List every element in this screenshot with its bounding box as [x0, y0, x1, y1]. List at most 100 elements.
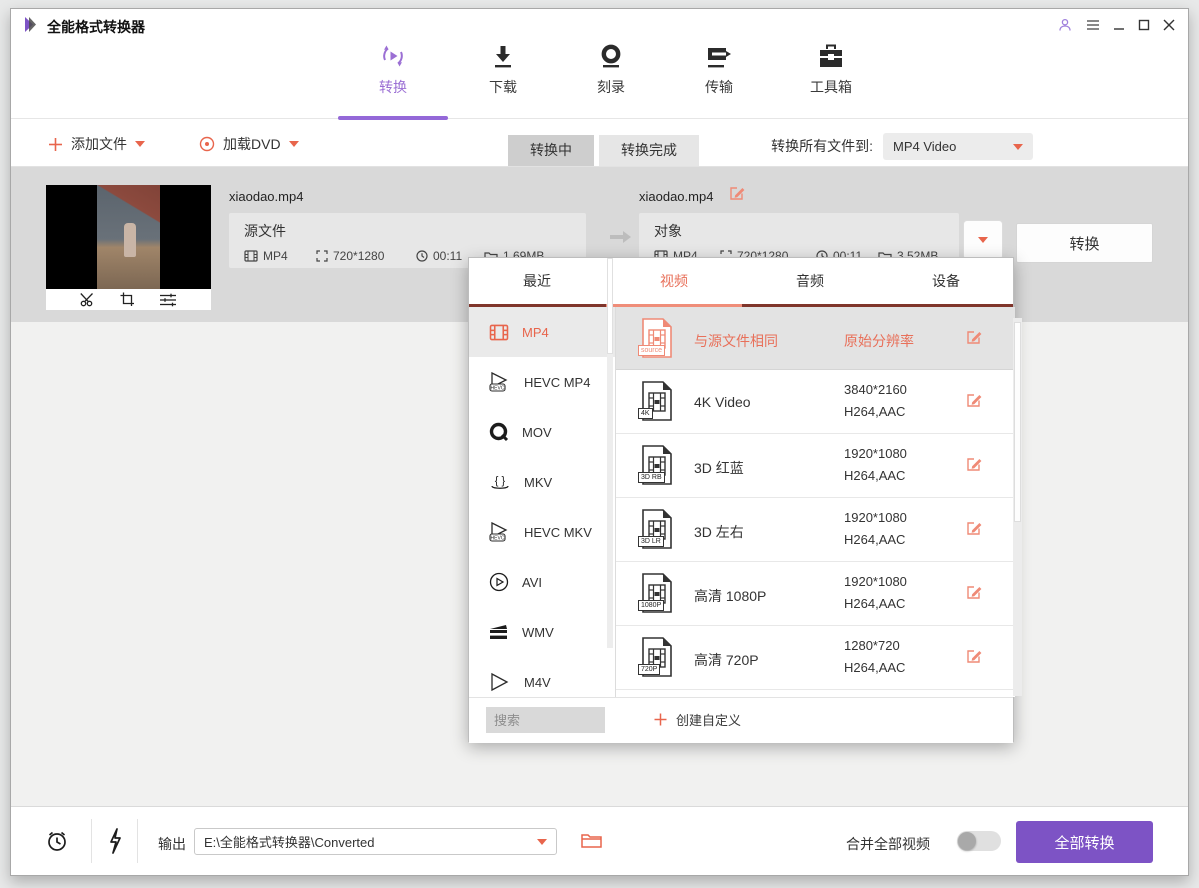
- sidebar-scrollbar[interactable]: [607, 258, 613, 648]
- edit-preset-icon[interactable]: [966, 648, 983, 664]
- app-logo-icon: [24, 16, 41, 33]
- play-triangle-icon: [489, 672, 511, 692]
- preset-codec: H264,AAC: [844, 660, 905, 675]
- tab-toolbox[interactable]: 工具箱: [786, 41, 876, 97]
- target-format-dropdown-button[interactable]: [963, 220, 1003, 260]
- sidebar-scrollbar-thumb[interactable]: [607, 258, 613, 354]
- preset-name: 4K Video: [694, 394, 751, 410]
- merge-toggle[interactable]: [957, 831, 1001, 851]
- preset-resolution: 3840*2160: [844, 382, 907, 397]
- output-format-select[interactable]: MP4 Video: [883, 133, 1033, 160]
- edit-preset-icon[interactable]: [966, 392, 983, 408]
- rename-icon[interactable]: [729, 185, 746, 201]
- chevron-down-icon: [1013, 144, 1023, 150]
- clapperboard-icon: [489, 623, 509, 641]
- divider: [137, 819, 138, 863]
- sidebar-item-label: HEVC MP4: [524, 375, 590, 390]
- play-circle-icon: [489, 572, 509, 592]
- preset-name: 3D 红蓝: [694, 458, 744, 478]
- sidebar-item-mkv[interactable]: { } MKV: [469, 457, 615, 507]
- close-button[interactable]: [1158, 15, 1180, 35]
- preset-list-scrollbar[interactable]: [1013, 318, 1022, 696]
- matroska-icon: { }: [489, 472, 511, 492]
- load-dvd-label: 加载DVD: [223, 134, 281, 154]
- convert-button[interactable]: 转换: [1016, 223, 1153, 263]
- tab-convert[interactable]: 转换: [348, 41, 438, 97]
- preset-3d-redblue[interactable]: 3D RB 3D 红蓝 1920*1080 H264,AAC: [616, 434, 1015, 498]
- tab-download[interactable]: 下载: [458, 41, 548, 97]
- high-speed-icon[interactable]: [107, 828, 123, 854]
- video-thumbnail[interactable]: [46, 185, 211, 310]
- edit-preset-icon[interactable]: [966, 520, 983, 536]
- minimize-button[interactable]: [1108, 15, 1130, 35]
- popup-tab-recent[interactable]: 最近: [469, 258, 605, 304]
- preset-badge: 3D LR: [638, 536, 664, 547]
- tab-convert-label: 转换: [348, 77, 438, 97]
- preset-hd-720p[interactable]: 720P 高清 720P 1280*720 H264,AAC: [616, 626, 1015, 690]
- schedule-icon[interactable]: [45, 829, 69, 853]
- svg-text:HEVC: HEVC: [491, 386, 505, 392]
- sidebar-item-hevc-mkv[interactable]: HEVC HEVC MKV: [469, 507, 615, 557]
- header: 全能格式转换器 转换 下载: [11, 9, 1188, 121]
- menu-icon[interactable]: [1082, 15, 1104, 35]
- load-dvd-button[interactable]: 加载DVD: [199, 121, 299, 167]
- output-path-value: E:\全能格式转换器\Converted: [204, 832, 375, 851]
- preset-list-scrollbar-thumb[interactable]: [1014, 322, 1021, 522]
- edit-preset-icon[interactable]: [966, 329, 983, 345]
- sidebar-item-wmv[interactable]: WMV: [469, 607, 615, 657]
- preset-resolution: 1920*1080: [844, 574, 907, 589]
- preset-3d-leftright[interactable]: 3D LR 3D 左右 1920*1080 H264,AAC: [616, 498, 1015, 562]
- preset-badge: 720P: [638, 664, 660, 675]
- thumbnail-toolbar: [46, 289, 211, 310]
- preset-badge: 3D RB: [638, 472, 665, 483]
- convert-all-button[interactable]: 全部转换: [1016, 821, 1153, 863]
- output-path-select[interactable]: E:\全能格式转换器\Converted: [194, 828, 557, 855]
- maximize-button[interactable]: [1133, 15, 1155, 35]
- preset-badge: 1080P: [638, 600, 664, 611]
- transfer-icon: [674, 41, 764, 71]
- preset-hd-1080p[interactable]: 1080P 高清 1080P 1920*1080 H264,AAC: [616, 562, 1015, 626]
- sidebar-item-avi[interactable]: AVI: [469, 557, 615, 607]
- plus-icon: [654, 713, 667, 726]
- app-window: 全能格式转换器 转换 下载: [10, 8, 1189, 876]
- trim-icon[interactable]: [80, 292, 96, 307]
- output-label: 输出: [158, 834, 186, 854]
- hevc-play-icon: HEVC: [489, 372, 511, 392]
- sidebar-item-mov[interactable]: MOV: [469, 407, 615, 457]
- merge-all-videos-label: 合并全部视频: [846, 834, 930, 854]
- format-picker-popup: 最近 视频 音频 设备 MP4 HEVC HEVC MP4 MOV { } MK…: [468, 257, 1014, 742]
- popup-tab-audio[interactable]: 音频: [742, 258, 878, 304]
- source-file-name: xiaodao.mp4: [229, 189, 303, 204]
- preset-4k-video[interactable]: 4K 4K Video 3840*2160 H264,AAC: [616, 370, 1015, 434]
- edit-preset-icon[interactable]: [966, 584, 983, 600]
- chevron-down-icon: [135, 141, 145, 147]
- popup-footer: 创建自定义: [469, 697, 1013, 743]
- sidebar-item-m4v[interactable]: M4V: [469, 657, 615, 697]
- tab-convert-finished[interactable]: 转换完成: [599, 135, 699, 166]
- add-files-button[interactable]: 添加文件: [48, 121, 145, 167]
- popup-tab-video[interactable]: 视频: [606, 258, 742, 304]
- open-folder-icon[interactable]: [581, 831, 603, 849]
- sidebar-item-label: AVI: [522, 575, 542, 590]
- crop-icon[interactable]: [120, 292, 135, 307]
- sidebar-item-hevc-mp4[interactable]: HEVC HEVC MP4: [469, 357, 615, 407]
- plus-icon: [48, 137, 63, 152]
- output-format-value: MP4 Video: [893, 139, 956, 154]
- source-panel-title: 源文件: [244, 221, 586, 241]
- popup-tab-device[interactable]: 设备: [878, 258, 1014, 304]
- tab-burn[interactable]: 刻录: [566, 41, 656, 97]
- search-input[interactable]: [486, 707, 605, 733]
- user-account-icon[interactable]: [1054, 15, 1076, 35]
- divider: [91, 819, 92, 863]
- chevron-down-icon: [289, 141, 299, 147]
- preset-same-as-source[interactable]: source 与源文件相同 原始分辨率: [616, 307, 1015, 370]
- edit-preset-icon[interactable]: [966, 456, 983, 472]
- dvd-icon: [199, 136, 215, 152]
- create-custom-label: 创建自定义: [676, 710, 741, 729]
- tab-transfer[interactable]: 传输: [674, 41, 764, 97]
- effects-icon[interactable]: [159, 293, 177, 307]
- sidebar-item-mp4[interactable]: MP4: [469, 307, 615, 357]
- create-custom-button[interactable]: 创建自定义: [654, 710, 741, 729]
- preset-resolution: 1920*1080: [844, 446, 907, 461]
- tab-converting[interactable]: 转换中: [508, 135, 594, 166]
